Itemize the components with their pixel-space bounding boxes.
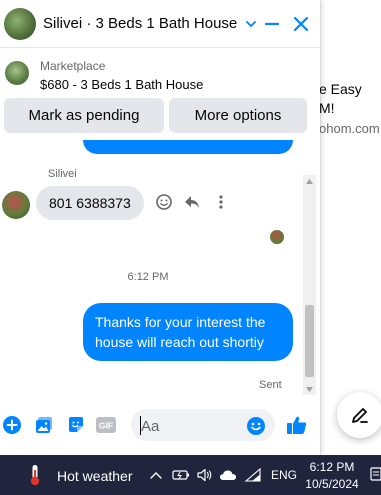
emoji-button[interactable]	[246, 416, 266, 436]
like-button[interactable]	[286, 414, 308, 436]
sender-avatar[interactable]	[2, 191, 30, 219]
outgoing-message[interactable]: Thanks for your interest the house will …	[83, 303, 293, 361]
cloud-icon[interactable]	[219, 466, 237, 484]
close-button[interactable]	[290, 13, 312, 35]
sender-name: Silivei	[48, 168, 77, 180]
chat-header: Silivei · 3 Beds 1 Bath House	[0, 0, 320, 48]
reply-icon	[185, 196, 199, 208]
more-actions-button[interactable]	[2, 415, 22, 435]
emoji-icon	[247, 417, 265, 435]
marketplace-listing[interactable]: Marketplace $680 - 3 Beds 1 Bath House	[0, 49, 320, 97]
more-vertical-icon	[219, 195, 223, 209]
background-text-1: e Easy	[319, 81, 362, 97]
minimize-button[interactable]	[261, 13, 283, 35]
text-cursor	[140, 416, 141, 435]
message-timestamp: 6:12 PM	[127, 271, 169, 283]
chat-title[interactable]: Silivei · 3 Beds 1 Bath House	[43, 15, 237, 32]
plus-circle-icon	[3, 416, 21, 434]
svg-text:GIF: GIF	[99, 421, 113, 431]
volume-icon[interactable]	[196, 466, 214, 484]
language-indicator[interactable]: ENG	[271, 468, 297, 482]
thermometer-icon[interactable]	[26, 464, 44, 486]
gif-button[interactable]: GIF	[96, 415, 116, 435]
smiley-icon	[156, 194, 172, 210]
previous-outgoing-message	[83, 140, 293, 154]
photo-icon	[36, 417, 52, 433]
weather-text[interactable]: Hot weather	[57, 468, 132, 484]
listing-title: $680 - 3 Beds 1 Bath House	[40, 77, 204, 92]
attach-photo-button[interactable]	[34, 415, 54, 435]
listing-actions: Mark as pending More options	[0, 97, 320, 137]
scroll-down-arrow-icon[interactable]	[303, 383, 316, 395]
reply-button[interactable]	[182, 192, 202, 212]
contact-avatar[interactable]	[4, 7, 36, 40]
close-icon	[293, 16, 309, 32]
incoming-message[interactable]: 801 6388373	[36, 186, 144, 220]
sent-status: Sent	[259, 379, 282, 391]
message-composer: GIF Aa	[0, 405, 320, 445]
background-text-2: M!	[319, 100, 335, 116]
mark-as-pending-button[interactable]: Mark as pending	[4, 98, 164, 133]
message-list: Silivei 801 6388373 6:12 PM Thanks for y…	[0, 140, 320, 402]
marketplace-label: Marketplace	[40, 59, 106, 73]
wifi-icon[interactable]	[244, 466, 262, 484]
gif-icon: GIF	[96, 417, 116, 433]
seen-indicator-avatar	[270, 230, 284, 244]
listing-thumbnail	[5, 61, 29, 85]
background-panel	[321, 0, 381, 455]
chevron-down-icon[interactable]	[245, 17, 259, 31]
notification-icon[interactable]	[370, 466, 381, 484]
clock-time[interactable]: 6:12 PM	[300, 460, 364, 474]
minimize-icon	[264, 22, 280, 26]
message-more-button[interactable]	[211, 192, 231, 212]
clock-date[interactable]: 10/5/2024	[300, 477, 364, 491]
taskbar: Hot weather ENG 6:12 PM 10/5/2024	[0, 455, 381, 495]
new-message-button[interactable]	[337, 392, 381, 438]
chevron-up-icon[interactable]	[149, 466, 163, 484]
react-button[interactable]	[154, 192, 174, 212]
background-text-3: ohom.com	[319, 121, 380, 136]
scrollbar-thumb[interactable]	[305, 305, 314, 377]
compose-icon	[352, 408, 368, 423]
chat-window: Silivei · 3 Beds 1 Bath House Marketplac…	[0, 0, 320, 455]
sticker-button[interactable]	[66, 415, 86, 435]
battery-icon[interactable]	[172, 466, 190, 484]
thumbs-up-icon	[287, 416, 307, 434]
more-options-button[interactable]: More options	[169, 98, 307, 133]
sticker-icon	[69, 417, 83, 432]
scroll-up-arrow-icon[interactable]	[303, 175, 316, 187]
message-scrollbar[interactable]	[303, 175, 316, 395]
